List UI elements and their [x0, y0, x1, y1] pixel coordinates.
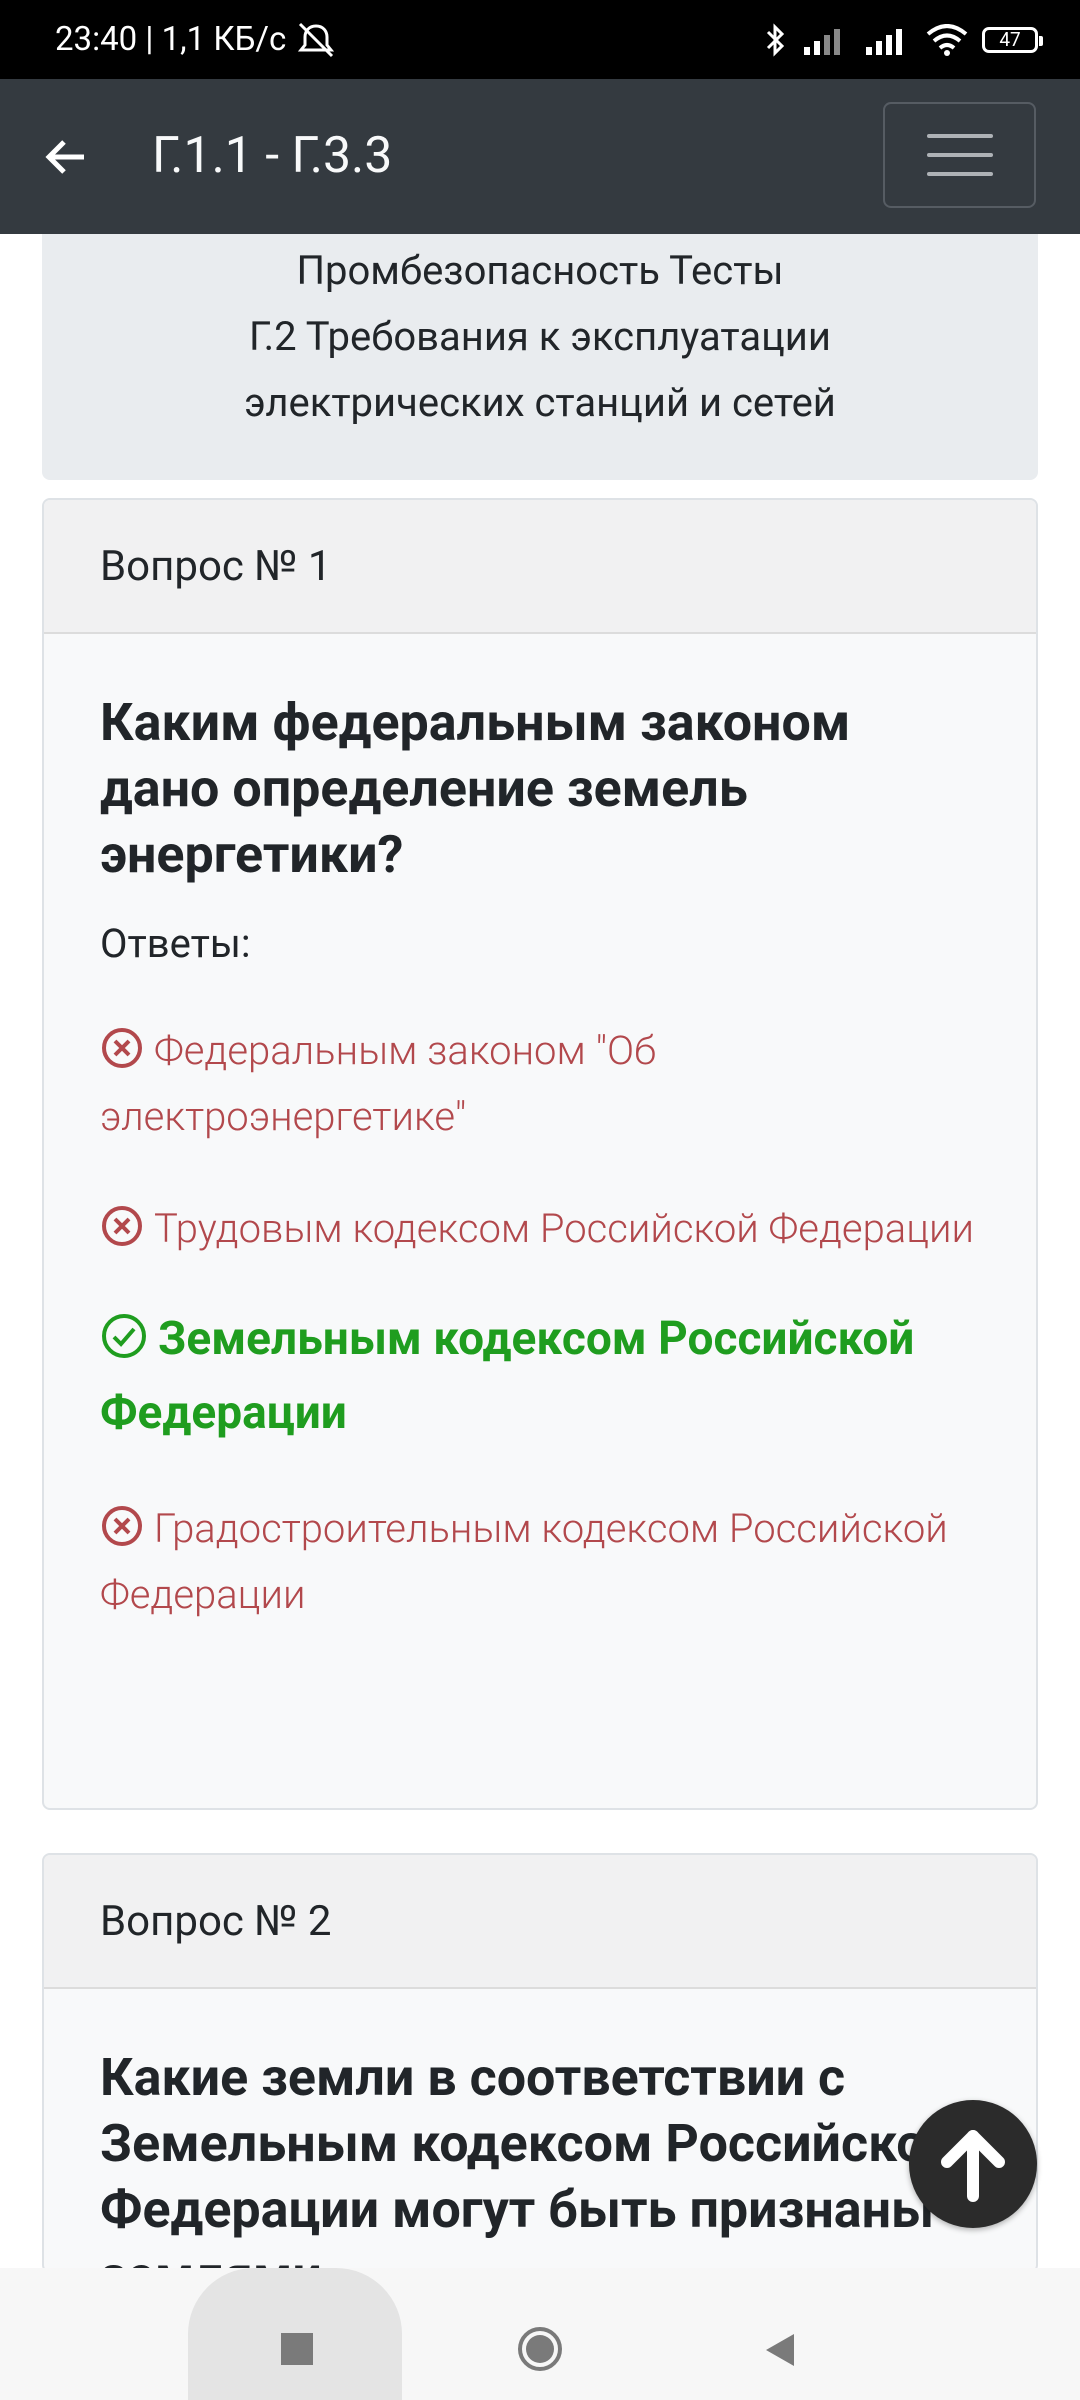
question-card: Вопрос № 1 Каким федеральным законом дан… [42, 498, 1038, 1810]
x-circle-icon [102, 1506, 142, 1546]
hamburger-line [926, 134, 993, 138]
answer-item: Федеральным законом "Об электроэнергетик… [100, 1018, 980, 1150]
signal-icon-1 [804, 28, 840, 55]
battery-level: 47 [999, 28, 1021, 51]
answer-text: Трудовым кодексом Российской Федерации [154, 1205, 974, 1252]
arrow-left-icon [45, 140, 84, 174]
answer-item: Градостроительным кодексом Российской Фе… [100, 1496, 980, 1628]
question-title: Какие земли в соответствии с Земельным к… [100, 2047, 956, 2271]
status-left: 23:40 | 1,1 КБ/с [55, 0, 338, 79]
question-header: Вопрос № 1 [44, 500, 1036, 634]
signal-icon-2 [866, 28, 902, 55]
question-card: Вопрос № 2 Какие земли в соответствии с … [42, 1853, 1038, 2273]
menu-toggle-button[interactable] [883, 102, 1036, 208]
wifi-icon [926, 23, 968, 56]
system-nav-bar [0, 2268, 1080, 2400]
status-bar: 23:40 | 1,1 КБ/с 47 [0, 0, 1080, 79]
answer-item-correct: Земельным кодексом Российской Федерации [100, 1302, 980, 1450]
recents-button[interactable] [281, 2333, 313, 2365]
status-right: 47 [764, 0, 1043, 79]
answer-text: Земельным кодексом Российской Федерации [100, 1312, 915, 1440]
answer-item: Трудовым кодексом Российской Федерации [100, 1196, 980, 1262]
subject-line-1: Промбезопасность Тесты [296, 247, 784, 294]
alarm-off-icon [298, 22, 335, 57]
x-circle-icon [102, 1206, 142, 1246]
answer-text: Градостроительным кодексом Российской Фе… [100, 1505, 948, 1618]
battery-icon: 47 [982, 26, 1043, 53]
home-button[interactable] [516, 2325, 564, 2373]
subject-line-2: Г.2 Требования к эксплуатации [249, 313, 831, 360]
arrow-up-icon [941, 2130, 1005, 2202]
back-button[interactable] [38, 129, 94, 185]
answer-text: Федеральным законом "Об электроэнергетик… [100, 1027, 657, 1140]
x-circle-icon [102, 1028, 142, 1068]
app-bar: Г.1.1 - Г.3.3 [0, 79, 1080, 234]
subject-header: Промбезопасность Тесты Г.2 Требования к … [42, 234, 1038, 480]
hamburger-line [926, 172, 993, 176]
subject-line-3: электрических станций и сетей [244, 379, 836, 426]
question-title: Каким федеральным законом дано определен… [100, 692, 851, 885]
page-title: Г.1.1 - Г.3.3 [152, 127, 393, 185]
question-body: Каким федеральным законом дано определен… [44, 634, 1036, 1628]
check-circle-icon [102, 1314, 146, 1358]
question-header: Вопрос № 2 [44, 1855, 1036, 1989]
status-time-speed: 23:40 | 1,1 КБ/с [55, 20, 287, 59]
answers-label: Ответы: [100, 920, 251, 967]
back-triangle-button[interactable] [760, 2330, 800, 2370]
scroll-to-top-button[interactable] [909, 2100, 1037, 2228]
question-body: Какие земли в соответствии с Земельным к… [44, 1989, 1036, 2271]
bluetooth-icon [766, 22, 785, 57]
hamburger-line [926, 153, 993, 157]
